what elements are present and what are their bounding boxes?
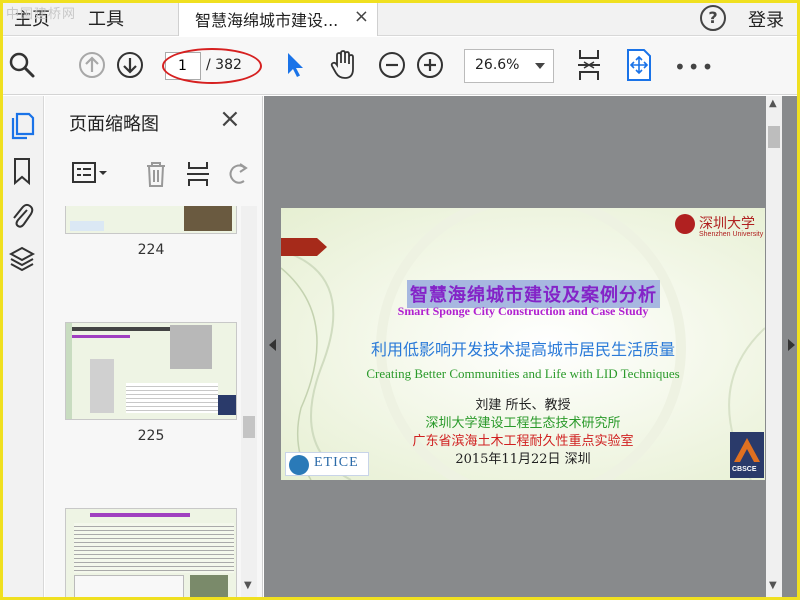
university-name-en: Shenzhen University — [699, 231, 764, 238]
zoom-out-icon[interactable] — [378, 51, 406, 83]
cbsce-logo: CBSCE — [730, 432, 764, 478]
chevron-down-icon — [535, 63, 545, 69]
etice-mark-icon — [289, 455, 309, 475]
slide-subtitle-cn: 利用低影响开发技术提高城市居民生活质量 — [370, 340, 675, 359]
thumbnail-table — [74, 575, 184, 600]
zoom-level-value: 26.6% — [475, 57, 520, 73]
university-name-cn: 深圳大学 — [699, 216, 755, 232]
thumbnail-text-block — [74, 523, 234, 573]
slide-author: 刘建 所长、教授 — [475, 398, 571, 413]
thumbnail-page-label: 224 — [137, 242, 165, 258]
thumbnail-text-line — [90, 513, 190, 517]
insert-page-icon[interactable] — [185, 160, 211, 192]
left-icon-rail — [0, 96, 44, 600]
thumbnail-text-block — [126, 383, 218, 413]
collapse-right-icon[interactable] — [788, 339, 795, 351]
slide-institution-1: 深圳大学建设工程生态技术研究所 — [425, 416, 621, 431]
login-link[interactable]: 登录 — [748, 6, 784, 32]
thumbnail-page-label: 225 — [137, 428, 165, 444]
slide-institution-2: 广东省滨海土木工程耐久性重点实验室 — [412, 434, 634, 449]
document-canvas: 深圳大学 Shenzhen University 智慧海绵城市建设及案例分析 S… — [264, 96, 800, 600]
thumbnail-panel: 页面缩略图 × 224 225 ▼ — [45, 96, 263, 600]
bookmark-icon[interactable] — [9, 156, 35, 190]
fullscreen-icon[interactable] — [624, 48, 654, 86]
thumbnail-photo — [184, 206, 232, 231]
thumbnail-page-224[interactable] — [65, 206, 237, 234]
close-icon[interactable]: × — [219, 106, 241, 132]
scrollbar-thumb[interactable] — [768, 126, 780, 148]
pointer-icon[interactable] — [282, 50, 308, 84]
collapse-left-icon[interactable] — [269, 339, 276, 351]
annotation-ellipse — [162, 48, 262, 84]
etice-logo: ETICE — [285, 452, 369, 476]
more-icon[interactable]: ••• — [674, 55, 715, 79]
slide-ribbon-tip — [317, 238, 327, 256]
slide-page: 深圳大学 Shenzhen University 智慧海绵城市建设及案例分析 S… — [281, 208, 765, 480]
scrollbar-thumb[interactable] — [243, 416, 255, 438]
arrow-down-icon[interactable] — [116, 51, 144, 83]
document-tab[interactable]: 智慧海绵城市建设... × — [178, 0, 378, 36]
thumbnail-edge — [66, 323, 72, 419]
layers-icon[interactable] — [8, 244, 36, 278]
search-icon[interactable] — [8, 51, 36, 83]
panel-toolbar — [45, 154, 262, 194]
watermark: 中国建桥网 — [6, 7, 77, 22]
document-scrollbar[interactable]: ▲ ▼ — [766, 96, 782, 600]
thumbnail-page-226[interactable] — [65, 508, 237, 600]
top-tab-bar: 中国建桥网 主页 工具 智慧海绵城市建设... × ? 登录 — [0, 0, 800, 36]
hand-icon[interactable] — [328, 49, 358, 85]
thumbnail-list: 224 225 — [45, 206, 241, 600]
cbsce-mark-icon — [734, 438, 760, 462]
thumbnail-logo — [218, 395, 236, 415]
close-tab-icon[interactable]: × — [354, 6, 369, 27]
pages-icon[interactable] — [9, 110, 35, 144]
options-icon[interactable] — [71, 160, 111, 190]
cbsce-label: CBSCE — [732, 466, 757, 473]
main-toolbar: / 382 26.6% ••• — [0, 37, 800, 95]
thumbnail-text-line — [70, 327, 170, 331]
slide-ribbon — [281, 238, 317, 256]
etice-label: ETICE — [314, 455, 359, 470]
zoom-level-select[interactable]: 26.6% — [464, 49, 554, 83]
trash-icon[interactable] — [143, 160, 169, 192]
thumbnail-logo — [70, 221, 104, 231]
scroll-down-icon[interactable]: ▼ — [769, 580, 777, 591]
attachment-icon[interactable] — [9, 200, 35, 234]
thumbnail-scrollbar[interactable]: ▼ — [241, 206, 257, 600]
menu-tools[interactable]: 工具 — [88, 5, 124, 31]
zoom-in-icon[interactable] — [416, 51, 444, 83]
thumbnail-page-225[interactable] — [65, 322, 237, 420]
scroll-up-icon[interactable]: ▲ — [769, 98, 777, 109]
document-tab-title: 智慧海绵城市建设... — [195, 11, 339, 30]
thumbnail-photo — [190, 575, 228, 600]
university-seal — [675, 214, 695, 234]
panel-title: 页面缩略图 — [69, 114, 159, 135]
arrow-up-icon[interactable] — [78, 51, 106, 83]
thumbnail-text-line — [70, 335, 130, 338]
slide-subtitle-en: Creating Better Communities and Life wit… — [366, 366, 680, 381]
thumbnail-photo — [90, 359, 114, 413]
help-icon[interactable]: ? — [700, 5, 726, 31]
scroll-down-icon[interactable]: ▼ — [244, 580, 252, 591]
thumbnail-photo — [170, 325, 212, 369]
rotate-icon[interactable] — [225, 160, 251, 192]
slide-title-en: Smart Sponge City Construction and Case … — [397, 304, 649, 318]
fit-page-icon[interactable] — [574, 48, 604, 86]
